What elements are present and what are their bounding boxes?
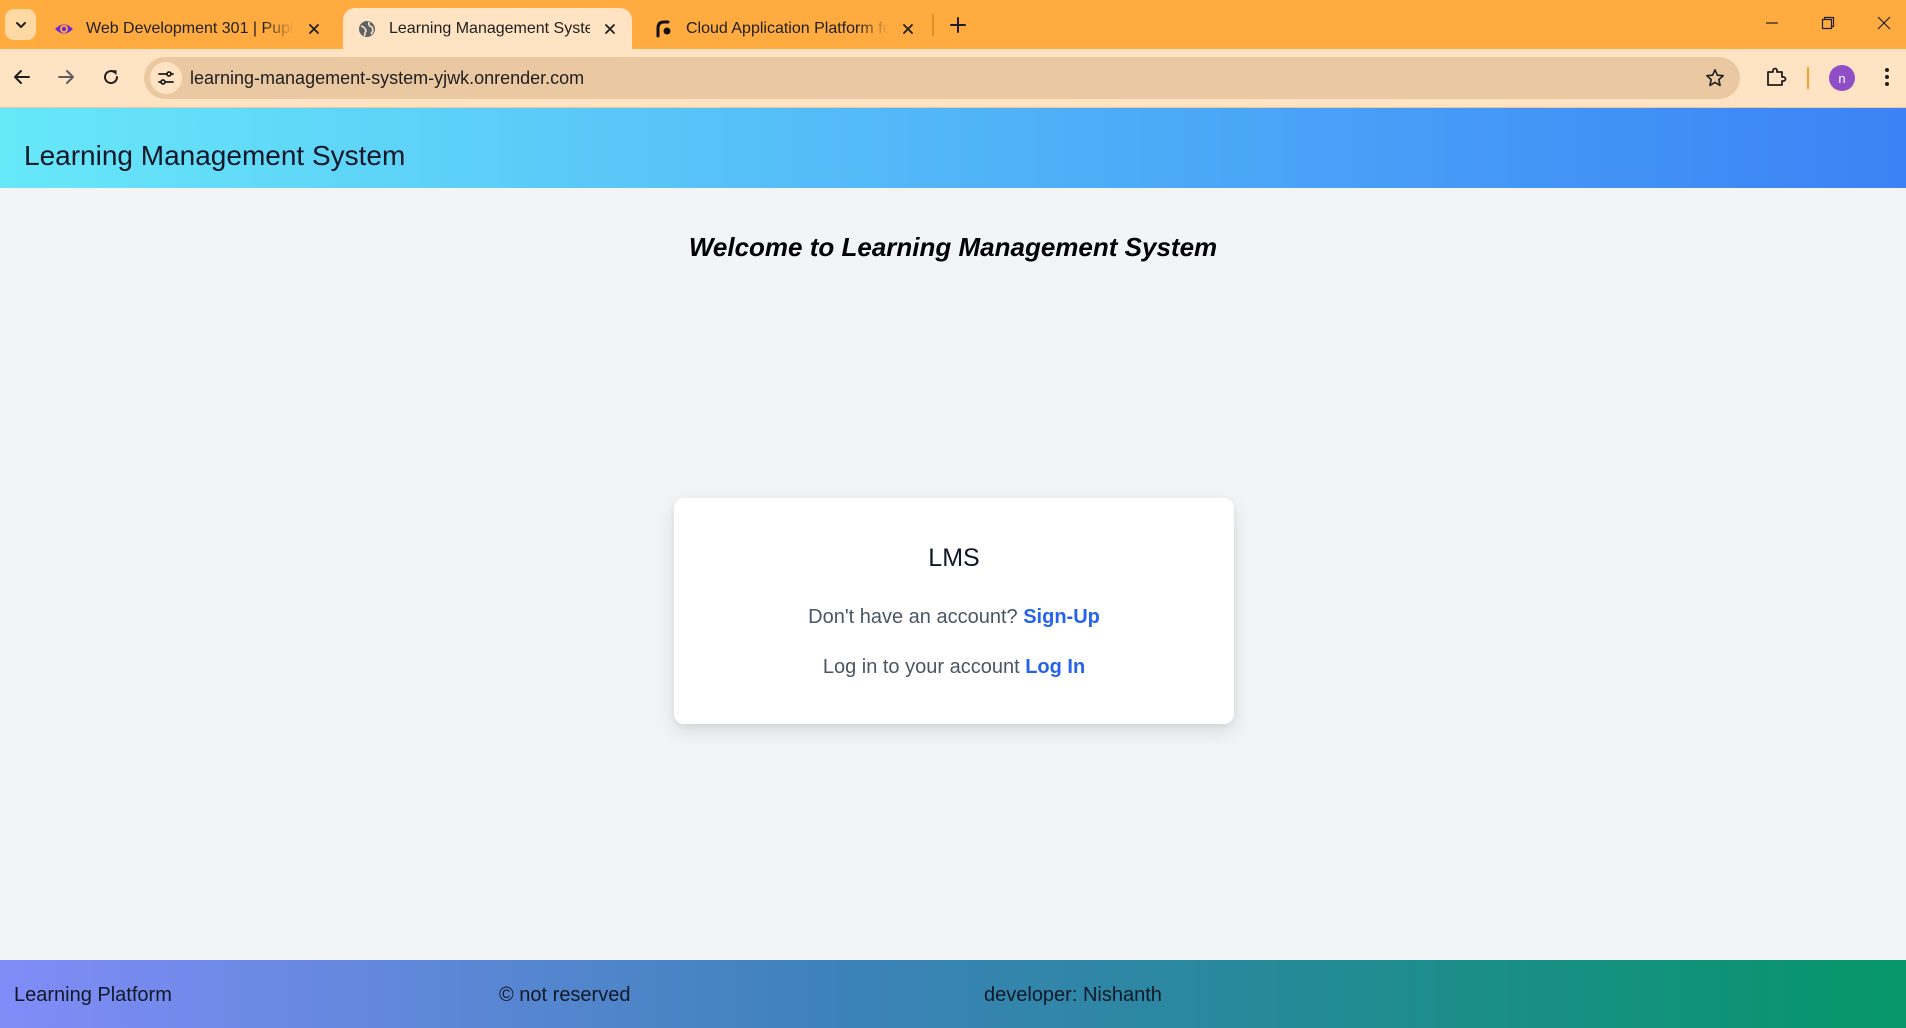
browser-tabstrip: Web Development 301 | Pupilfirst Learnin… [0, 0, 1906, 49]
arrow-right-icon [58, 70, 74, 84]
minimize-icon [1766, 22, 1778, 24]
extensions-button[interactable] [1759, 60, 1793, 94]
browser-menu-button[interactable] [1870, 60, 1904, 94]
restore-icon [1821, 16, 1835, 30]
plus-icon [950, 17, 966, 33]
url-text: learning-management-system-yjwk.onrender… [190, 68, 585, 88]
new-tab-button[interactable] [943, 10, 973, 40]
footer-developer: developer: Nishanth [984, 984, 1162, 1006]
close-icon[interactable] [304, 19, 324, 39]
login-prompt: Log in to your account [822, 656, 1020, 678]
footer-copyright: © not reserved [499, 984, 631, 1006]
signup-row: Don't have an account? Sign-Up [674, 606, 1234, 629]
app-footer: Learning Platform © not reserved develop… [0, 960, 1906, 1028]
tab-title: Web Development 301 | Pupilfirst [86, 19, 294, 37]
puzzle-icon [1767, 67, 1787, 86]
login-row: Log in to your account Log In [674, 656, 1234, 679]
site-info-button[interactable] [150, 62, 182, 94]
browser-tab-cloud-application-platform[interactable]: Cloud Application Platform for Developer… [640, 8, 930, 49]
browser-toolbar: learning-management-system-yjwk.onrender… [0, 49, 1906, 108]
app-header: Learning Management System [0, 108, 1906, 188]
tune-icon [158, 71, 174, 85]
minimize-button[interactable] [1744, 0, 1800, 46]
app-title: Learning Management System [24, 140, 406, 171]
forward-button[interactable] [49, 60, 83, 94]
eye-icon [54, 19, 74, 39]
close-icon [1877, 16, 1891, 30]
arrow-left-icon [14, 70, 30, 84]
toolbar-divider [1807, 67, 1809, 89]
login-link[interactable]: Log In [1025, 656, 1085, 678]
footer-platform-name: Learning Platform [14, 984, 172, 1006]
more-vertical-icon [1885, 68, 1889, 86]
card-title: LMS [928, 544, 980, 572]
browser-tab-learning-management-system[interactable]: Learning Management System [343, 8, 632, 49]
auth-card: LMS Don't have an account? Sign-Up Log i… [674, 498, 1234, 724]
signup-link[interactable]: Sign-Up [1023, 606, 1100, 628]
bookmark-star-button[interactable] [1702, 65, 1728, 91]
back-button[interactable] [5, 60, 39, 94]
address-bar[interactable]: learning-management-system-yjwk.onrender… [144, 57, 1740, 99]
restore-button[interactable] [1800, 0, 1856, 46]
close-icon[interactable] [600, 19, 620, 39]
signup-prompt: Don't have an account? [808, 606, 1018, 628]
globe-icon [357, 19, 377, 39]
tab-title: Learning Management System [389, 19, 590, 37]
tab-search-button[interactable] [5, 9, 36, 40]
profile-avatar[interactable]: n [1829, 65, 1855, 91]
reload-button[interactable] [94, 60, 128, 94]
welcome-heading: Welcome to Learning Management System [688, 232, 1218, 262]
star-icon [1706, 69, 1724, 87]
close-icon[interactable] [898, 19, 918, 39]
tab-divider [932, 14, 934, 36]
close-window-button[interactable] [1856, 0, 1906, 46]
reload-icon [104, 70, 119, 85]
tab-title: Cloud Application Platform for Developer… [686, 19, 888, 37]
render-icon [654, 19, 674, 39]
browser-tab-web-development[interactable]: Web Development 301 | Pupilfirst [40, 8, 336, 49]
chevron-down-icon [15, 21, 26, 28]
